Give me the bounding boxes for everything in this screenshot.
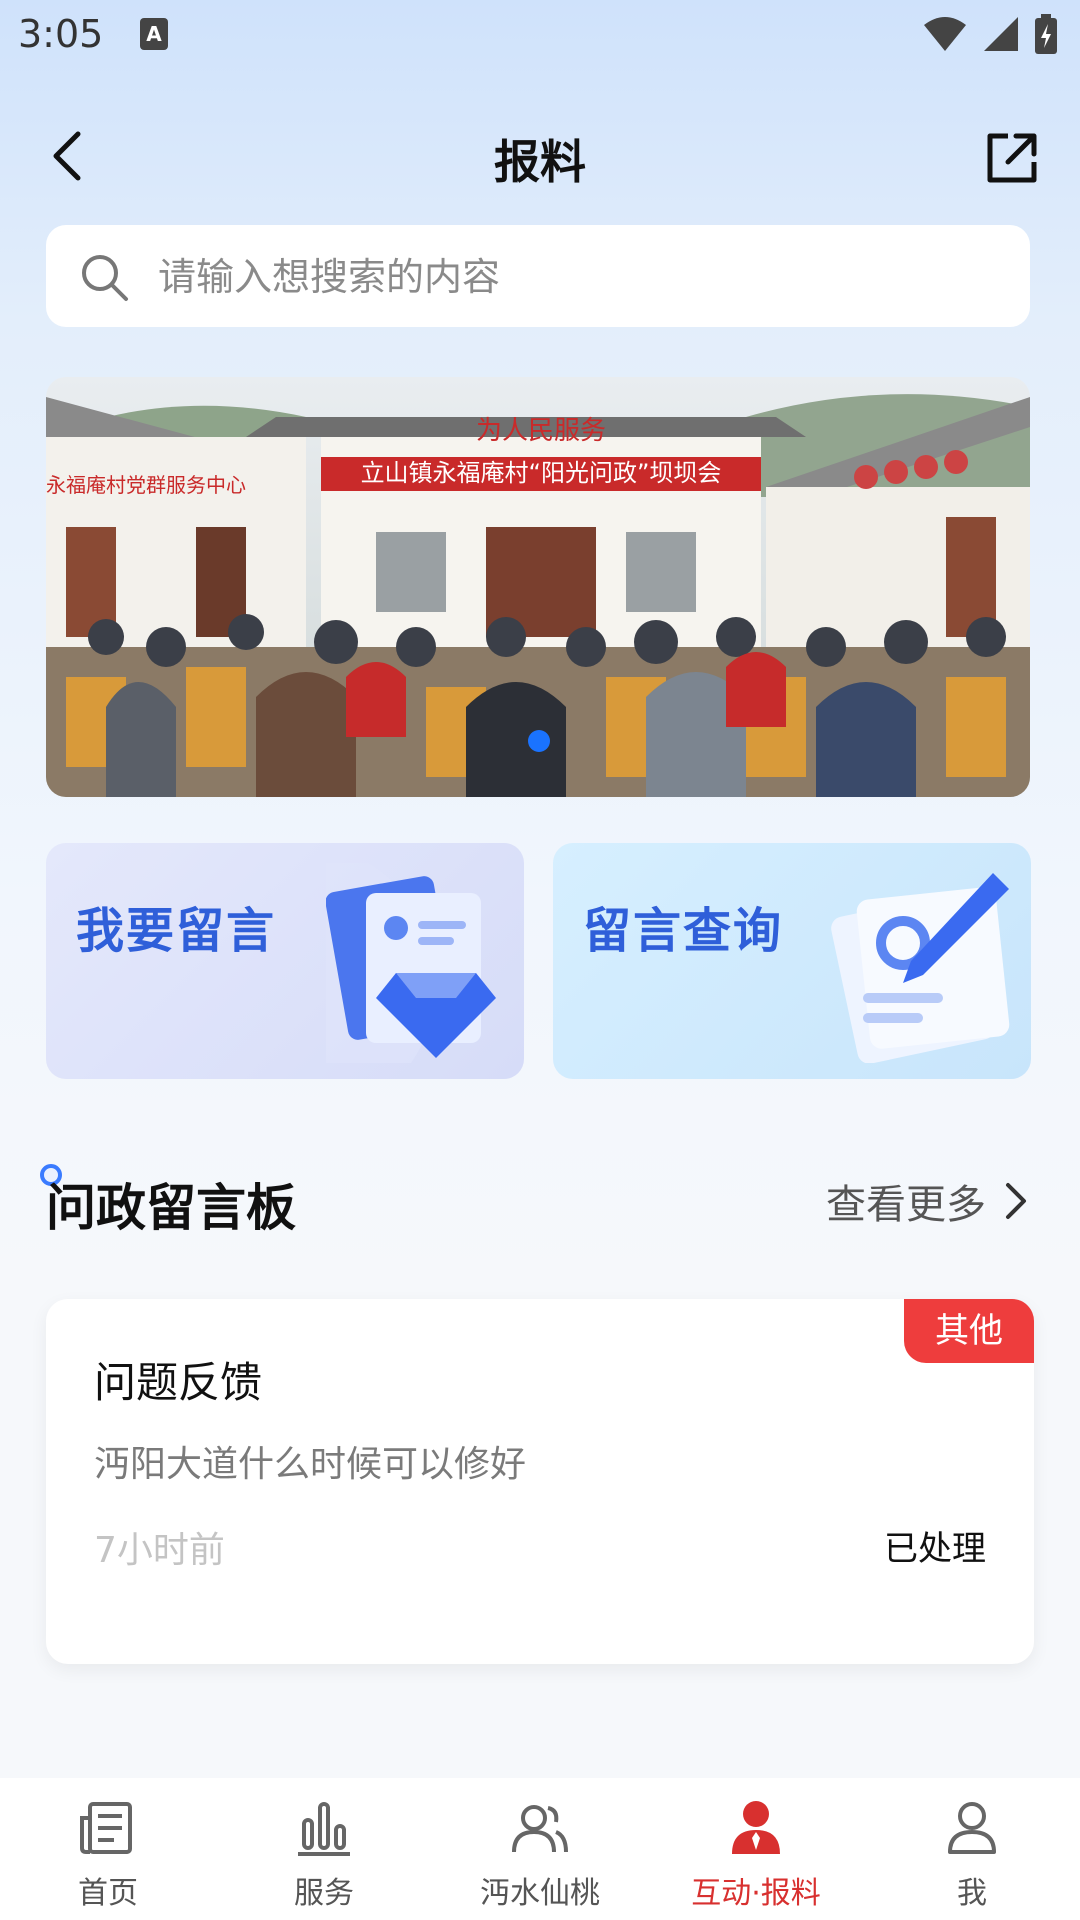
tab-home[interactable]: 首页 xyxy=(0,1778,216,1920)
status-time: 3:05 xyxy=(18,12,104,56)
leave-message-label: 我要留言 xyxy=(76,903,277,959)
bottom-tabbar: 首页 服务 沔水仙桃 互动·报料 我 xyxy=(0,1778,1080,1920)
search-bar[interactable] xyxy=(46,225,1030,329)
leave-message-card[interactable]: 我要留言 xyxy=(46,843,524,1079)
wifi-icon xyxy=(924,17,966,51)
carousel-indicator[interactable] xyxy=(528,730,550,752)
message-item[interactable]: 其他 问题反馈 沔阳大道什么时候可以修好 7小时前 已处理 xyxy=(46,1299,1034,1664)
external-link-icon xyxy=(987,133,1037,183)
message-content: 沔阳大道什么时候可以修好 xyxy=(94,1444,527,1485)
banner-carousel[interactable]: 立山镇永福庵村“阳光问政”坝坝会 为人民服务 永福庵村党群服务中心 xyxy=(46,377,1030,797)
message-title: 问题反馈 xyxy=(94,1358,263,1407)
bar-chart-icon xyxy=(298,1802,350,1856)
view-more-label: 查看更多 xyxy=(826,1182,986,1228)
search-icon xyxy=(82,255,128,301)
tab-me-label: 我 xyxy=(957,1876,987,1911)
tab-mianshui[interactable]: 沔水仙桃 xyxy=(432,1778,648,1920)
tab-interaction-label: 互动·报料 xyxy=(691,1876,821,1911)
tab-service[interactable]: 服务 xyxy=(216,1778,432,1920)
tab-mianshui-label: 沔水仙桃 xyxy=(480,1876,600,1911)
banner-sign-top: 为人民服务 xyxy=(476,416,606,446)
banner-sign-main: 立山镇永福庵村“阳光问政”坝坝会 xyxy=(361,459,722,487)
search-input[interactable] xyxy=(156,225,1000,329)
tab-interaction[interactable]: 互动·报料 xyxy=(648,1778,864,1920)
user-icon xyxy=(948,1802,996,1854)
top-navbar: 报料 xyxy=(0,110,1080,200)
document-pen-icon xyxy=(831,873,1010,1063)
message-query-card[interactable]: 留言查询 xyxy=(553,843,1031,1079)
board-title: 问政留言板 xyxy=(46,1179,296,1237)
message-time: 7小时前 xyxy=(94,1530,225,1571)
share-button[interactable] xyxy=(984,130,1040,186)
page-title: 报料 xyxy=(494,135,586,189)
category-badge: 其他 xyxy=(904,1299,1034,1363)
signal-icon xyxy=(984,17,1018,51)
message-status: 已处理 xyxy=(884,1529,986,1569)
banner-sign-left: 永福庵村党群服务中心 xyxy=(46,473,246,497)
chevron-right-icon xyxy=(1006,1183,1026,1219)
document-diamond-icon xyxy=(326,863,496,1063)
view-more-link[interactable]: 查看更多 xyxy=(826,1172,1030,1230)
status-icons xyxy=(922,14,1058,54)
tab-service-label: 服务 xyxy=(294,1876,354,1911)
board-header: 问政留言板 查看更多 xyxy=(40,1160,1030,1240)
notification-icon: A xyxy=(140,18,168,50)
person-tie-icon xyxy=(732,1801,780,1854)
users-icon xyxy=(512,1805,568,1853)
newspaper-icon xyxy=(80,1802,132,1854)
message-query-label: 留言查询 xyxy=(583,903,784,959)
status-bar: 3:05 A xyxy=(0,0,1080,72)
tab-home-label: 首页 xyxy=(78,1876,138,1911)
tab-me[interactable]: 我 xyxy=(864,1778,1080,1920)
battery-icon xyxy=(1035,14,1057,54)
